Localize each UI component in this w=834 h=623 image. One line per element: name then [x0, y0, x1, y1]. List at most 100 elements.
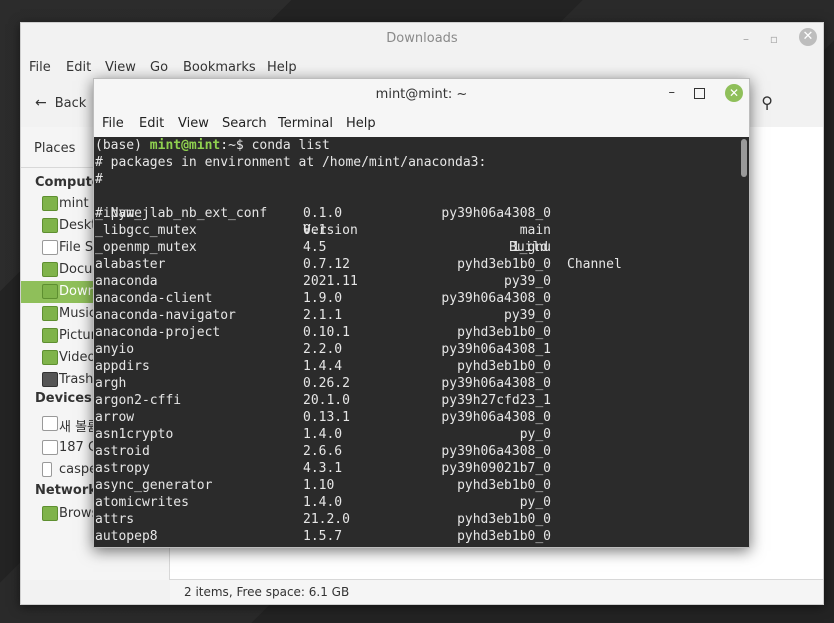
package-name: _openmp_mutex: [95, 240, 197, 255]
package-build: py39_0: [504, 274, 551, 289]
folder-icon: [42, 262, 58, 277]
package-row: attrs 21.2.0 pyhd3eb1b0_0: [95, 511, 695, 528]
drive-icon: [42, 240, 58, 255]
close-icon[interactable]: ✕: [799, 28, 817, 46]
section-computer: Compute: [35, 175, 101, 190]
usb-drive-icon: [42, 462, 52, 477]
fm-menu-bookmarks[interactable]: Bookmarks: [183, 60, 256, 75]
package-name: atomicwrites: [95, 495, 189, 510]
term-menu-search[interactable]: Search: [222, 116, 267, 131]
package-build: py39h06a4308_0: [441, 410, 551, 425]
terminal-scrollbar[interactable]: [739, 137, 749, 547]
package-name: anaconda-project: [95, 325, 221, 340]
package-name: astroid: [95, 444, 150, 459]
package-row: arrow 0.13.1 py39h06a4308_0: [95, 409, 695, 426]
package-row: astroid 2.6.6 py39h06a4308_0: [95, 443, 695, 460]
package-version: 0.13.1: [303, 410, 350, 425]
package-build: pyhd3eb1b0_0: [457, 359, 551, 374]
file-manager-titlebar[interactable]: Downloads – ▫ ✕: [21, 23, 823, 55]
package-version: 2021.11: [303, 274, 358, 289]
package-version: 2.6.6: [303, 444, 343, 459]
package-row: asn1crypto 1.4.0 py_0: [95, 426, 695, 443]
package-name: async_generator: [95, 478, 213, 493]
package-row: anaconda-navigator 2.1.1 py39_0: [95, 307, 695, 324]
package-build: pyhd3eb1b0_0: [457, 529, 551, 544]
fm-menu-view[interactable]: View: [105, 60, 136, 75]
package-name: alabaster: [95, 257, 166, 272]
package-row: atomicwrites 1.4.0 py_0: [95, 494, 695, 511]
scrollbar-thumb[interactable]: [741, 139, 747, 177]
package-build: py_0: [519, 495, 551, 510]
package-version: 0.1.0: [303, 206, 343, 221]
package-version: 0.1: [303, 223, 327, 238]
close-icon[interactable]: ✕: [725, 84, 743, 102]
term-menu-terminal[interactable]: Terminal: [278, 116, 333, 131]
package-name: _libgcc_mutex: [95, 223, 197, 238]
package-row: autopep8 1.5.7 pyhd3eb1b0_0: [95, 528, 695, 545]
package-build: pyhd3eb1b0_0: [457, 478, 551, 493]
term-menu-view[interactable]: View: [178, 116, 209, 131]
package-row: alabaster 0.7.12 pyhd3eb1b0_0: [95, 256, 695, 273]
package-name: argon2-cffi: [95, 393, 182, 408]
fm-menu-help[interactable]: Help: [267, 60, 297, 75]
music-folder-icon: [42, 306, 58, 321]
package-name: _ipyw_jlab_nb_ext_conf: [95, 206, 268, 221]
maximize-icon[interactable]: ▫: [765, 30, 783, 48]
back-button[interactable]: ← Back: [35, 95, 86, 111]
package-row: argon2-cffi 20.1.0 py39h27cfd23_1: [95, 392, 695, 409]
status-bar: 2 items, Free space: 6.1 GB: [170, 579, 823, 604]
term-menu-edit[interactable]: Edit: [139, 116, 164, 131]
trash-icon: [42, 372, 58, 387]
package-build: pyhd3eb1b0_0: [457, 512, 551, 527]
terminal-title: mint@mint: ~: [375, 87, 468, 102]
package-build: 1_gnu: [511, 240, 551, 255]
terminal-window: mint@mint: ~ – ✕ File Edit View Search T…: [93, 78, 750, 548]
package-build: py39h27cfd23_1: [441, 393, 551, 408]
package-name: autopep8: [95, 529, 158, 544]
package-build: main: [519, 223, 551, 238]
package-build: pyhd3eb1b0_0: [457, 257, 551, 272]
prompt-line: (base) mint@mint:~$ conda list: [95, 137, 330, 154]
fm-menu-edit[interactable]: Edit: [66, 60, 91, 75]
package-name: arrow: [95, 410, 135, 425]
package-row: anaconda-client 1.9.0 py39h06a4308_0: [95, 290, 695, 307]
package-name: anaconda-client: [95, 291, 213, 306]
file-manager-title: Downloads: [386, 31, 458, 46]
term-menu-help[interactable]: Help: [346, 116, 376, 131]
home-folder-icon: [42, 196, 58, 211]
prompt-env: (base): [95, 138, 150, 153]
package-row: appdirs 1.4.4 pyhd3eb1b0_0: [95, 358, 695, 375]
terminal-menubar: File Edit View Search Terminal Help: [94, 113, 749, 135]
minimize-icon[interactable]: –: [669, 85, 676, 100]
fm-menu-file[interactable]: File: [29, 60, 51, 75]
package-row: anaconda-project 0.10.1 pyhd3eb1b0_0: [95, 324, 695, 341]
package-row: _libgcc_mutex 0.1 main: [95, 222, 695, 239]
package-row: anaconda 2021.11 py39_0: [95, 273, 695, 290]
places-label: Places: [34, 141, 76, 156]
package-version: 1.4.0: [303, 427, 343, 442]
term-menu-file[interactable]: File: [102, 116, 124, 131]
package-build: py_0: [519, 427, 551, 442]
package-row: async_generator 1.10 pyhd3eb1b0_0: [95, 477, 695, 494]
fm-menu-go[interactable]: Go: [150, 60, 168, 75]
package-row: _openmp_mutex 4.5 1_gnu: [95, 239, 695, 256]
package-version: 0.7.12: [303, 257, 350, 272]
prompt-path: :~$: [220, 138, 252, 153]
terminal-titlebar[interactable]: mint@mint: ~ – ✕: [94, 79, 749, 111]
search-icon[interactable]: ⚲: [761, 93, 773, 112]
package-row: _ipyw_jlab_nb_ext_conf 0.1.0 py39h06a4308_…: [95, 205, 695, 222]
package-version: 0.10.1: [303, 325, 350, 340]
folder-icon: [42, 218, 58, 233]
package-version: 0.26.2: [303, 376, 350, 391]
terminal-output[interactable]: (base) mint@mint:~$ conda list # package…: [94, 137, 739, 547]
maximize-icon[interactable]: [694, 88, 705, 99]
file-manager-menubar: File Edit View Go Bookmarks Help: [21, 57, 823, 79]
package-name: argh: [95, 376, 127, 391]
minimize-icon[interactable]: –: [737, 30, 755, 48]
hash-line: #: [95, 172, 103, 187]
column-header-line: # Name Version Build Channel: [95, 188, 695, 272]
package-row: anyio 2.2.0 py39h06a4308_1: [95, 341, 695, 358]
drive-icon: [42, 440, 58, 455]
package-version: 2.1.1: [303, 308, 343, 323]
package-build: py39h06a4308_1: [441, 342, 551, 357]
